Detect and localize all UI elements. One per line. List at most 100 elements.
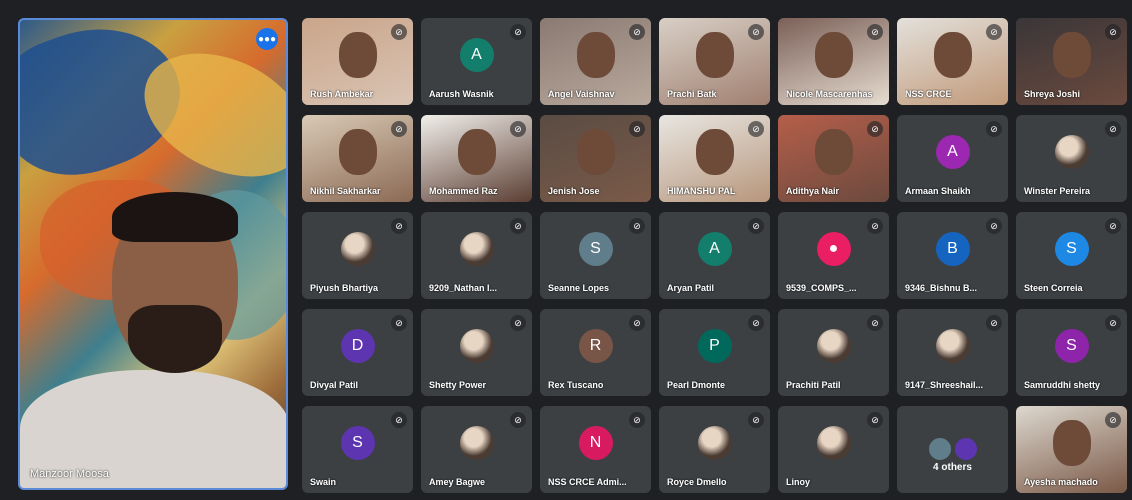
- participant-tile[interactable]: ⊘ 9209_Nathan I...: [421, 212, 532, 299]
- participant-name: Jenish Jose: [548, 186, 600, 196]
- participant-tile[interactable]: ⊘ Royce Dmello: [659, 406, 770, 493]
- participant-avatar: S: [578, 232, 613, 267]
- mic-muted-icon: ⊘: [867, 315, 883, 331]
- participant-tile[interactable]: N ⊘ NSS CRCE Admi...: [540, 406, 651, 493]
- mic-muted-icon: ⊘: [748, 121, 764, 137]
- mic-muted-icon: ⊘: [510, 121, 526, 137]
- participant-name: Prachiti Patil: [786, 380, 841, 390]
- participant-name: Divyal Patil: [310, 380, 359, 390]
- participant-name: 9209_Nathan I...: [429, 283, 498, 293]
- profile-photo-avatar: [459, 426, 494, 461]
- participant-avatar: S: [1054, 329, 1089, 364]
- participant-tile[interactable]: ⊘ Adithya Nair: [778, 115, 889, 202]
- participant-tile[interactable]: ⊘ Nikhil Sakharkar: [302, 115, 413, 202]
- participant-tile[interactable]: ⊘ Piyush Bhartiya: [302, 212, 413, 299]
- participant-tile[interactable]: ⊘ Prachi Batk: [659, 18, 770, 105]
- participant-name: Royce Dmello: [667, 477, 727, 487]
- participant-avatar: P: [697, 329, 732, 364]
- participant-name: 9147_Shreeshail...: [905, 380, 984, 390]
- participant-tile[interactable]: ● ⊘ 9539_COMPS_...: [778, 212, 889, 299]
- participant-name: HIMANSHU PAL: [667, 186, 736, 196]
- mic-muted-icon: ⊘: [986, 315, 1002, 331]
- participant-tile[interactable]: ⊘ Jenish Jose: [540, 115, 651, 202]
- mic-muted-icon: ⊘: [1105, 24, 1121, 40]
- participant-tile[interactable]: ⊘ Rush Ambekar: [302, 18, 413, 105]
- participant-tile[interactable]: ⊘ Angel Vaishnav: [540, 18, 651, 105]
- participant-tile[interactable]: D ⊘ Divyal Patil: [302, 309, 413, 396]
- participant-tile[interactable]: R ⊘ Rex Tuscano: [540, 309, 651, 396]
- participant-tile[interactable]: S ⊘ Steen Correia: [1016, 212, 1127, 299]
- mic-muted-icon: ⊘: [748, 315, 764, 331]
- mic-muted-icon: ⊘: [629, 218, 645, 234]
- mic-muted-icon: ⊘: [867, 412, 883, 428]
- participant-name: Shetty Power: [429, 380, 487, 390]
- participant-name: Amey Bagwe: [429, 477, 486, 487]
- participant-face: [814, 31, 853, 78]
- participant-avatar: S: [1054, 232, 1089, 267]
- audio-indicator-icon: ●●●: [256, 28, 278, 50]
- participant-name: Pearl Dmonte: [667, 380, 726, 390]
- participant-tile[interactable]: ⊘ Nicole Mascarenhas: [778, 18, 889, 105]
- mic-muted-icon: ⊘: [629, 412, 645, 428]
- participant-name: Prachi Batk: [667, 89, 717, 99]
- participant-tile[interactable]: B ⊘ 9346_Bishnu B...: [897, 212, 1008, 299]
- participant-face: [338, 31, 377, 78]
- mic-muted-icon: ⊘: [986, 24, 1002, 40]
- participant-tile[interactable]: ⊘ Linoy: [778, 406, 889, 493]
- participant-avatar: A: [697, 232, 732, 267]
- participant-tile[interactable]: A ⊘ Aarush Wasnik: [421, 18, 532, 105]
- participant-avatar: S: [340, 426, 375, 461]
- participant-name: Ayesha machado: [1024, 477, 1098, 487]
- mic-muted-icon: ⊘: [510, 218, 526, 234]
- participant-name: Mohammed Raz: [429, 186, 498, 196]
- participant-avatar: ●: [816, 232, 851, 267]
- participant-tile[interactable]: ⊘ Shreya Joshi: [1016, 18, 1127, 105]
- participant-name: Piyush Bhartiya: [310, 283, 379, 293]
- participant-tile[interactable]: A ⊘ Armaan Shaikh: [897, 115, 1008, 202]
- participant-tile[interactable]: ⊘ Shetty Power: [421, 309, 532, 396]
- profile-photo-avatar: [459, 232, 494, 267]
- participant-face: [576, 31, 615, 78]
- participant-tile[interactable]: ⊘ Winster Pereira: [1016, 115, 1127, 202]
- mic-muted-icon: ⊘: [629, 121, 645, 137]
- participant-tile[interactable]: ⊘ Ayesha machado: [1016, 406, 1127, 493]
- participant-tile[interactable]: ⊘ Amey Bagwe: [421, 406, 532, 493]
- participant-name: Samruddhi shetty: [1024, 380, 1101, 390]
- participant-tile[interactable]: S ⊘ Seanne Lopes: [540, 212, 651, 299]
- participant-name: Shreya Joshi: [1024, 89, 1081, 99]
- participant-face: [576, 128, 615, 175]
- participant-tile[interactable]: ⊘ HIMANSHU PAL: [659, 115, 770, 202]
- participant-face: [695, 31, 734, 78]
- participant-avatar: N: [578, 426, 613, 461]
- mic-muted-icon: ⊘: [748, 218, 764, 234]
- participant-name: Winster Pereira: [1024, 186, 1090, 196]
- participant-face: [814, 128, 853, 175]
- participant-face: [933, 31, 972, 78]
- participant-name: Rush Ambekar: [310, 89, 374, 99]
- participant-tile[interactable]: 4 others: [897, 406, 1008, 493]
- participant-name: Linoy: [786, 477, 810, 487]
- mic-muted-icon: ⊘: [748, 412, 764, 428]
- participant-tile[interactable]: S ⊘ Samruddhi shetty: [1016, 309, 1127, 396]
- profile-photo-avatar: [459, 329, 494, 364]
- participant-tile[interactable]: A ⊘ Aryan Patil: [659, 212, 770, 299]
- participant-face: [695, 128, 734, 175]
- speaker-hair: [112, 192, 238, 242]
- mic-muted-icon: ⊘: [391, 412, 407, 428]
- participant-tile[interactable]: P ⊘ Pearl Dmonte: [659, 309, 770, 396]
- participant-name: 9346_Bishnu B...: [905, 283, 978, 293]
- participant-tile[interactable]: ⊘ Mohammed Raz: [421, 115, 532, 202]
- meeting-stage: ●●● Manzoor Moosa ⊘ Rush Ambekar A ⊘ Aarush …: [0, 0, 1132, 500]
- active-speaker-tile[interactable]: ●●● Manzoor Moosa: [18, 18, 288, 490]
- participant-tile[interactable]: S ⊘ Swain: [302, 406, 413, 493]
- participant-tile[interactable]: ⊘ NSS CRCE: [897, 18, 1008, 105]
- participant-tile[interactable]: ⊘ Prachiti Patil: [778, 309, 889, 396]
- profile-photo-avatar: [816, 426, 851, 461]
- stacked-avatar: [926, 435, 953, 462]
- profile-photo-avatar: [340, 232, 375, 267]
- participant-avatar: A: [459, 38, 494, 73]
- profile-photo-avatar: [816, 329, 851, 364]
- participant-name: Rex Tuscano: [548, 380, 604, 390]
- participant-name: Aarush Wasnik: [429, 89, 494, 99]
- participant-tile[interactable]: ⊘ 9147_Shreeshail...: [897, 309, 1008, 396]
